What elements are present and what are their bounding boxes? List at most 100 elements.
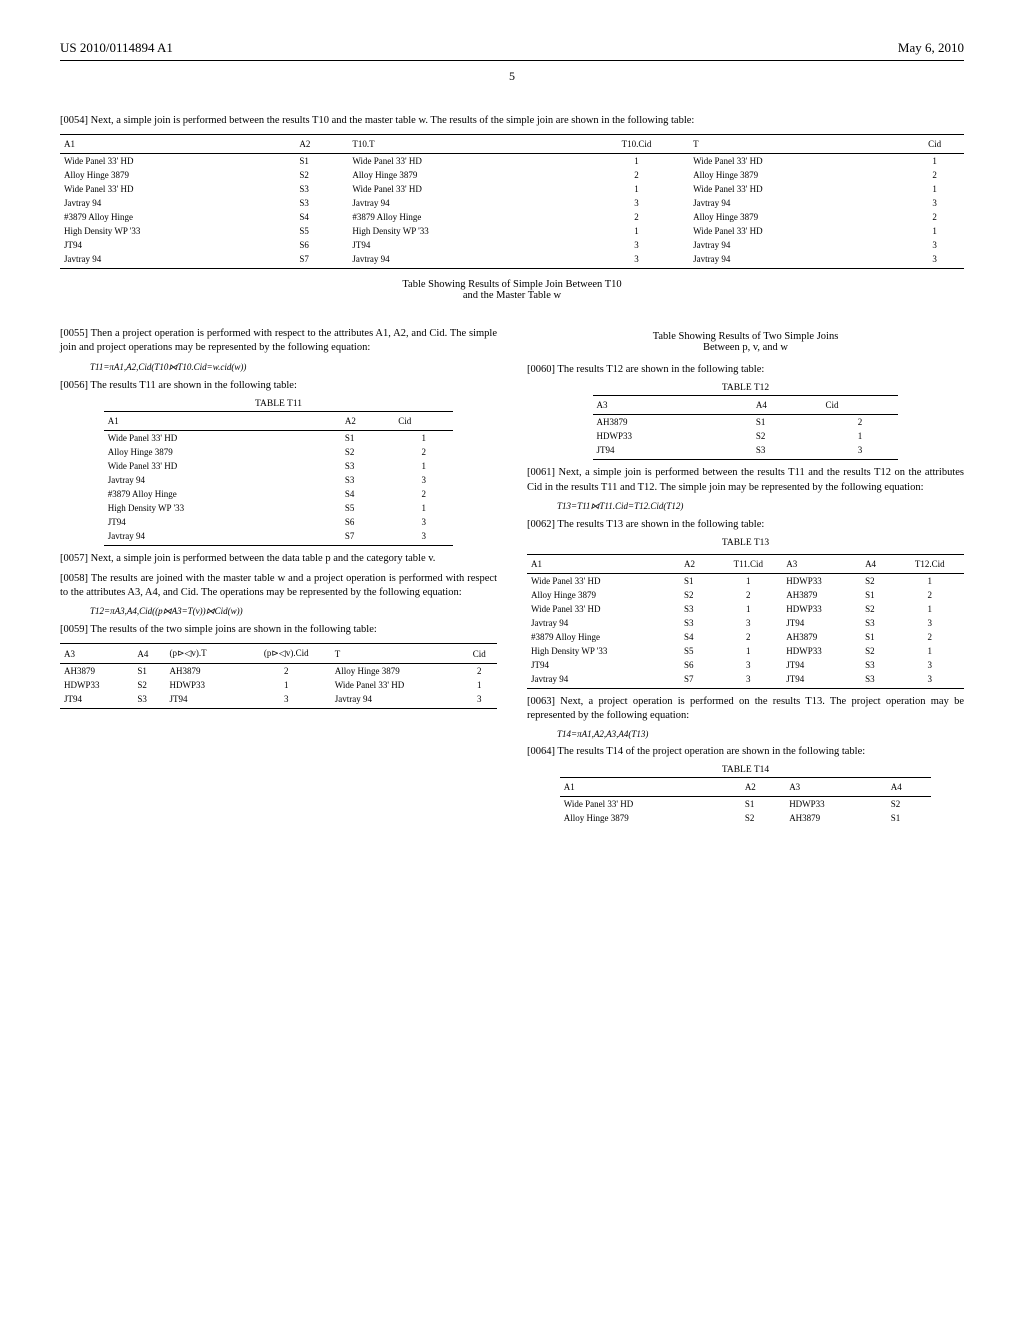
table-cell: S4 [680,630,714,644]
table-cell: 2 [394,487,453,501]
table-cell: Wide Panel 33' HD [560,797,741,812]
table-cell: S1 [887,811,931,825]
table-cell: 3 [394,515,453,529]
table-cell: S3 [861,616,895,630]
table-header-row: A1 A2 T10.T T10.Cid T Cid [60,135,964,154]
col-a1: A1 [104,411,341,430]
col-a4: A4 [752,396,822,415]
table-cell: 1 [896,602,965,616]
table-cell: #3879 Alloy Hinge [348,210,583,224]
paragraph-0056: [0056] The results T11 are shown in the … [60,379,497,393]
table-cell: S2 [752,429,822,443]
table-cell: 2 [242,664,331,679]
caption-line2: Between p, v, and w [703,342,788,353]
table-header-row: A3 A4 (p⊳◁v).T (p⊳◁v).Cid T Cid [60,644,497,664]
table-row: High Density WP '33S51 [104,501,454,515]
table-cell: 2 [896,588,965,602]
table-cell: Javtray 94 [348,196,583,210]
table-cell: S6 [680,658,714,672]
table-cell: S2 [295,168,348,182]
table-t12-title: TABLE T12 [527,383,964,393]
table-row: JT94S3JT943Javtray 943 [60,692,497,709]
table-cell: Wide Panel 33' HD [331,678,462,692]
table-cell: 2 [714,630,782,644]
table-cell: S1 [680,573,714,588]
table-cell: 1 [242,678,331,692]
table-cell: S1 [133,664,165,679]
table-cell: 3 [896,616,965,630]
col-a3: A3 [785,778,887,797]
table-row: Javtray 94S33 [104,473,454,487]
page-number: 5 [60,69,964,84]
table-cell: Wide Panel 33' HD [104,459,341,473]
table-cell: Wide Panel 33' HD [689,182,905,196]
table-cell: AH3879 [782,588,861,602]
table-t14-title: TABLE T14 [527,765,964,775]
table-row: Alloy Hinge 3879S22AH3879S12 [527,588,964,602]
table-cell: Wide Panel 33' HD [689,224,905,238]
table-cell: JT94 [165,692,241,709]
table-cell: Wide Panel 33' HD [527,602,680,616]
table-cell: JT94 [593,443,752,460]
col-pvcid: (p⊳◁v).Cid [242,644,331,664]
table-cell: 2 [462,664,498,679]
table-cell: Alloy Hinge 3879 [689,210,905,224]
equation-t12: T12=πA3,A4,Cid((p⋈A3=T(v))⋈Cid(w)) [90,606,497,617]
col-t11cid: T11.Cid [714,554,782,573]
table-cell: Javtray 94 [60,252,295,269]
col-a4: A4 [133,644,165,664]
table-cell: S2 [341,445,394,459]
left-column: [0055] Then a project operation is perfo… [60,321,497,825]
table-row: JT94S63JT94S33 [527,658,964,672]
table-cell: Javtray 94 [527,616,680,630]
table-cell: 2 [584,168,689,182]
col-a3: A3 [593,396,752,415]
table-cell: JT94 [782,672,861,689]
table-cell: S1 [341,430,394,445]
table-cell: AH3879 [782,630,861,644]
table-header-row: A1 A2 A3 A4 [560,778,931,797]
table-header-row: A1 A2 Cid [104,411,454,430]
table-t13: A1 A2 T11.Cid A3 A4 T12.Cid Wide Panel 3… [527,554,964,689]
col-t10cid: T10.Cid [584,135,689,154]
table-cell: Javtray 94 [348,252,583,269]
col-a3: A3 [782,554,861,573]
table-cell: Javtray 94 [60,196,295,210]
col-a3: A3 [60,644,133,664]
paragraph-0059: [0059] The results of the two simple joi… [60,623,497,637]
table-cell: S2 [133,678,165,692]
table-header-row: A3 A4 Cid [593,396,899,415]
table-cell: S2 [861,573,895,588]
table-cell: #3879 Alloy Hinge [60,210,295,224]
table-row: Wide Panel 33' HDS11HDWP33S21 [527,573,964,588]
table-cell: Wide Panel 33' HD [104,430,341,445]
table-cell: S3 [680,602,714,616]
table-row: Wide Panel 33' HDS3Wide Panel 33' HD1Wid… [60,182,964,196]
table-cell: Wide Panel 33' HD [527,573,680,588]
table-cell: High Density WP '33 [527,644,680,658]
table-cell: HDWP33 [782,644,861,658]
table-cell: 1 [462,678,498,692]
table-cell: Alloy Hinge 3879 [689,168,905,182]
table-cell: S3 [341,459,394,473]
table-cell: HDWP33 [785,797,887,812]
table-cell: HDWP33 [782,573,861,588]
table-cell: 3 [242,692,331,709]
table-row: JT94S33 [593,443,899,460]
table-cell: S3 [752,443,822,460]
table-cell: Wide Panel 33' HD [60,154,295,169]
paragraph-0060: [0060] The results T12 are shown in the … [527,363,964,377]
table-cell: 3 [905,252,964,269]
table-cell: 3 [905,196,964,210]
table-cell: 2 [905,210,964,224]
table-cell: #3879 Alloy Hinge [527,630,680,644]
table-cell: High Density WP '33 [104,501,341,515]
table-cell: 3 [394,529,453,546]
table-cell: 2 [896,630,965,644]
col-a2: A2 [680,554,714,573]
table-row: Wide Panel 33' HDS31HDWP33S21 [527,602,964,616]
table-cell: 1 [394,430,453,445]
table-row: Alloy Hinge 3879S22 [104,445,454,459]
table-caption: Table Showing Results of Simple Join Bet… [60,279,964,301]
table-row: Wide Panel 33' HDS11 [104,430,454,445]
